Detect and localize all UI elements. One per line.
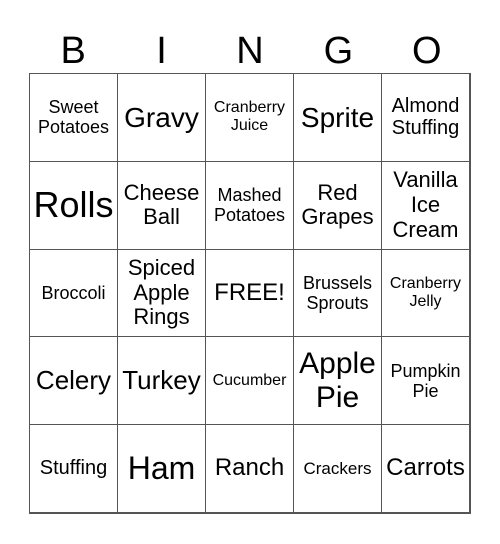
bingo-cell[interactable]: Almond Stuffing — [381, 73, 469, 161]
bingo-cell[interactable]: Broccoli — [29, 248, 117, 337]
bingo-cell[interactable]: Spiced Apple Rings — [117, 248, 205, 337]
header-letter-b: B — [60, 30, 86, 72]
bingo-cell[interactable]: Ranch — [205, 424, 293, 512]
bingo-cell[interactable]: Mashed Potatoes — [205, 160, 293, 249]
bingo-header: B I N G O — [29, 28, 471, 74]
header-letter-g: G — [323, 30, 354, 72]
bingo-cell[interactable]: Red Grapes — [293, 160, 381, 249]
bingo-grid: Sweet Potatoes Gravy Cranberry Juice Spr… — [29, 73, 471, 514]
bingo-cell[interactable]: Gravy — [117, 73, 205, 161]
bingo-cell[interactable]: Sweet Potatoes — [29, 73, 117, 161]
bingo-cell[interactable]: Ham — [117, 424, 205, 512]
bingo-cell[interactable]: Vanilla Ice Cream — [381, 160, 469, 249]
header-letter-i: I — [156, 30, 167, 72]
bingo-cell[interactable]: Cranberry Jelly — [381, 248, 469, 337]
bingo-cell[interactable]: Brussels Sprouts — [293, 248, 381, 337]
bingo-cell[interactable]: Sprite — [293, 73, 381, 161]
header-letter-n: N — [236, 30, 264, 72]
bingo-cell[interactable]: Crackers — [293, 424, 381, 512]
bingo-cell[interactable]: Cheese Ball — [117, 160, 205, 249]
bingo-cell[interactable]: Stuffing — [29, 424, 117, 512]
bingo-cell[interactable]: Cucumber — [205, 336, 293, 425]
header-letter-o: O — [411, 30, 442, 72]
free-space-cell[interactable]: FREE! — [205, 248, 293, 337]
bingo-cell[interactable]: Pumpkin Pie — [381, 336, 469, 425]
bingo-cell[interactable]: Turkey — [117, 336, 205, 425]
bingo-cell[interactable]: Celery — [29, 336, 117, 425]
bingo-cell[interactable]: Cranberry Juice — [205, 73, 293, 161]
bingo-cell[interactable]: Carrots — [381, 424, 469, 512]
bingo-cell[interactable]: Rolls — [29, 160, 117, 249]
bingo-cell[interactable]: Apple Pie — [293, 336, 381, 425]
